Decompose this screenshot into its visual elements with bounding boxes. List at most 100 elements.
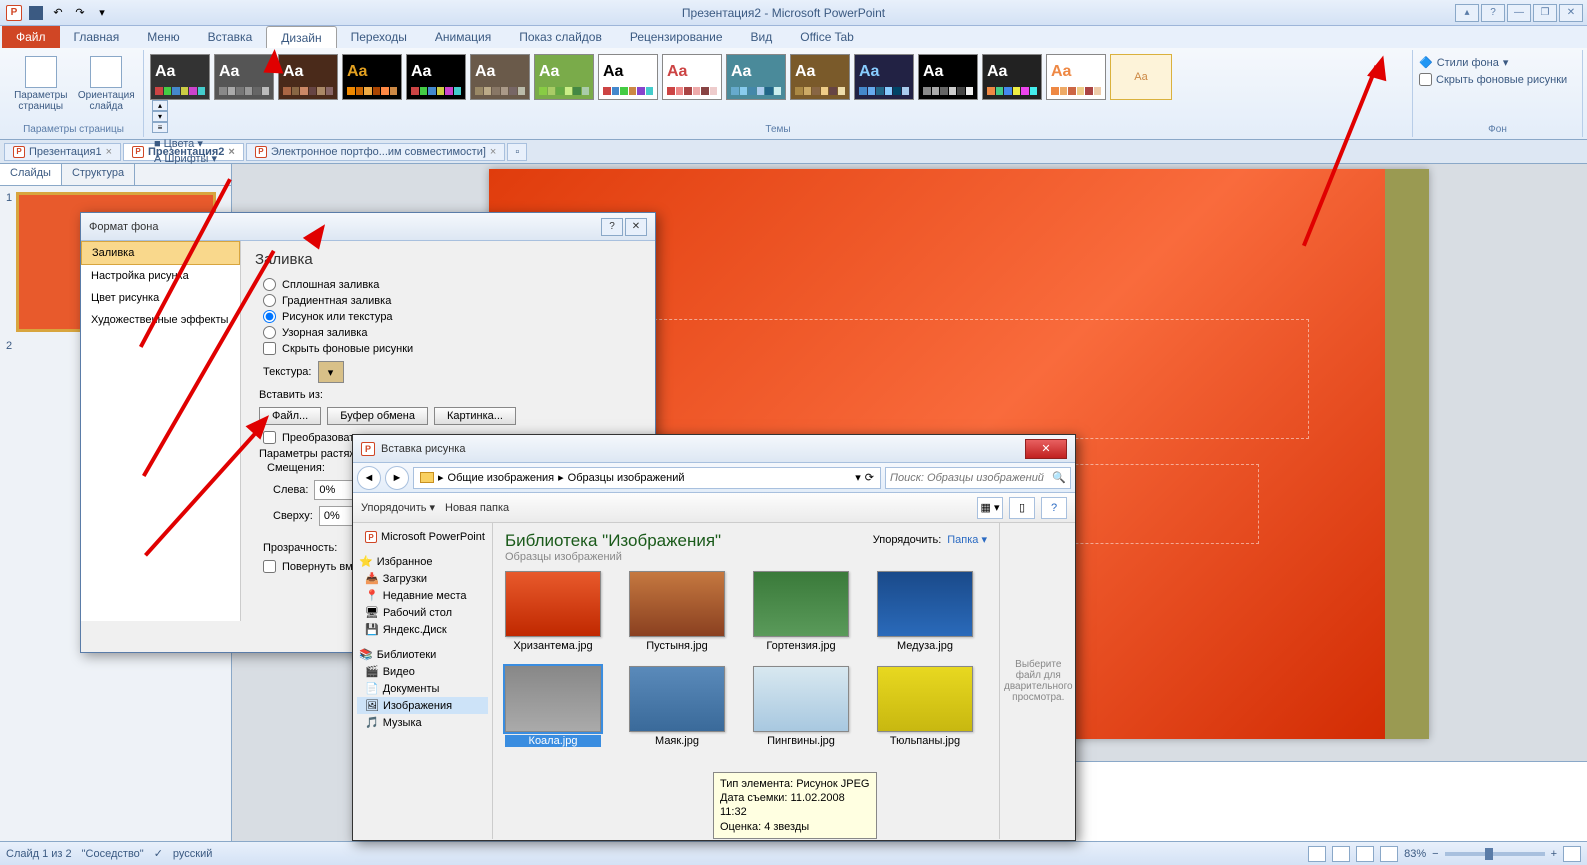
tree-favorites[interactable]: ⭐ Избранное bbox=[357, 553, 488, 570]
zoom-slider[interactable] bbox=[1445, 852, 1545, 856]
organize-button[interactable]: Упорядочить ▾ bbox=[361, 501, 435, 514]
search-input[interactable] bbox=[890, 472, 1052, 484]
tree-downloads[interactable]: 📥 Загрузки bbox=[357, 570, 488, 587]
help-icon[interactable]: ? bbox=[1481, 4, 1505, 22]
nav-picture-corrections[interactable]: Настройка рисунка bbox=[81, 265, 240, 287]
theme-thumb[interactable]: Aa bbox=[790, 54, 850, 100]
close-icon[interactable]: ✕ bbox=[1559, 4, 1583, 22]
file-item[interactable]: Коала.jpg bbox=[505, 666, 601, 747]
theme-thumb[interactable]: Aa bbox=[854, 54, 914, 100]
help-icon[interactable]: ? bbox=[1041, 497, 1067, 519]
close-icon[interactable]: × bbox=[490, 146, 496, 158]
tab-menu[interactable]: Меню bbox=[133, 26, 193, 48]
tree-libraries[interactable]: 📚 Библиотеки bbox=[357, 646, 488, 663]
theme-thumb[interactable]: Aa bbox=[662, 54, 722, 100]
minimize-icon[interactable]: — bbox=[1507, 4, 1531, 22]
qat-more-icon[interactable]: ▾ bbox=[92, 3, 112, 23]
spellcheck-icon[interactable]: ✓ bbox=[154, 847, 163, 860]
save-icon[interactable] bbox=[26, 3, 46, 23]
search-icon[interactable]: 🔍 bbox=[1052, 471, 1066, 484]
file-item[interactable]: Медуза.jpg bbox=[877, 571, 973, 652]
search-box[interactable]: 🔍 bbox=[885, 467, 1071, 489]
tab-design[interactable]: Дизайн bbox=[266, 26, 336, 48]
preview-toggle-icon[interactable]: ▯ bbox=[1009, 497, 1035, 519]
language[interactable]: русский bbox=[173, 848, 212, 860]
file-item[interactable]: Маяк.jpg bbox=[629, 666, 725, 747]
tree-video[interactable]: 🎬 Видео bbox=[357, 663, 488, 680]
app-icon[interactable]: P bbox=[4, 3, 24, 23]
file-item[interactable]: Тюльпаны.jpg bbox=[877, 666, 973, 747]
new-folder-button[interactable]: Новая папка bbox=[445, 502, 509, 514]
theme-thumb[interactable]: Aa bbox=[406, 54, 466, 100]
tab-file[interactable]: Файл bbox=[2, 26, 60, 48]
tab-transitions[interactable]: Переходы bbox=[337, 26, 421, 48]
file-item[interactable]: Пустыня.jpg bbox=[629, 571, 725, 652]
tab-animations[interactable]: Анимация bbox=[421, 26, 505, 48]
page-setup-button[interactable]: Параметры страницы bbox=[10, 52, 72, 112]
new-doc-tab[interactable]: ▫ bbox=[507, 143, 527, 161]
file-item[interactable]: Пингвины.jpg bbox=[753, 666, 849, 747]
tree-desktop[interactable]: 🖥 Рабочий стол bbox=[357, 604, 488, 621]
scroll-up-icon[interactable]: ▴ bbox=[152, 100, 168, 111]
orientation-button[interactable]: Ориентация слайда bbox=[76, 52, 138, 112]
colors-button[interactable]: ■ Цвета ▾ bbox=[154, 137, 220, 150]
theme-thumb[interactable]: Aa bbox=[534, 54, 594, 100]
theme-thumb[interactable]: Aa bbox=[342, 54, 402, 100]
zoom-label[interactable]: 83% bbox=[1404, 848, 1426, 860]
slides-tab[interactable]: Слайды bbox=[0, 164, 62, 185]
tab-review[interactable]: Рецензирование bbox=[616, 26, 737, 48]
nav-fill[interactable]: Заливка bbox=[81, 241, 240, 265]
scroll-down-icon[interactable]: ▾ bbox=[152, 111, 168, 122]
tab-view[interactable]: Вид bbox=[737, 26, 787, 48]
close-icon[interactable]: ✕ bbox=[1025, 439, 1067, 459]
redo-icon[interactable]: ↷ bbox=[70, 3, 90, 23]
tree-yandexdisk[interactable]: 💾 Яндекс.Диск bbox=[357, 621, 488, 638]
reading-view-icon[interactable] bbox=[1356, 846, 1374, 862]
dialog-title-bar[interactable]: P Вставка рисунка ✕ bbox=[353, 435, 1075, 463]
sort-button[interactable]: Папка ▾ bbox=[947, 533, 987, 546]
theme-thumb[interactable]: Aa bbox=[470, 54, 530, 100]
solid-fill-radio[interactable]: Сплошная заливка bbox=[263, 278, 641, 291]
dialog-title-bar[interactable]: Формат фона ? ✕ bbox=[81, 213, 655, 241]
slideshow-view-icon[interactable] bbox=[1380, 846, 1398, 862]
gradient-fill-radio[interactable]: Градиентная заливка bbox=[263, 294, 641, 307]
clipboard-button[interactable]: Буфер обмена bbox=[327, 407, 428, 425]
theme-thumb[interactable]: Aa bbox=[726, 54, 786, 100]
close-icon[interactable]: × bbox=[106, 146, 112, 158]
outline-tab[interactable]: Структура bbox=[62, 164, 135, 185]
tree-music[interactable]: 🎵 Музыка bbox=[357, 714, 488, 731]
theme-thumb[interactable]: Aa bbox=[150, 54, 210, 100]
tab-officetab[interactable]: Office Tab bbox=[786, 26, 868, 48]
theme-thumb-selected[interactable]: Aa bbox=[1110, 54, 1172, 100]
pattern-fill-radio[interactable]: Узорная заливка bbox=[263, 326, 641, 339]
refresh-icon[interactable]: ⟳ bbox=[865, 471, 874, 484]
zoom-in-icon[interactable]: + bbox=[1551, 848, 1557, 860]
back-icon[interactable]: ◄ bbox=[357, 466, 381, 490]
picture-fill-radio[interactable]: Рисунок или текстура bbox=[263, 310, 641, 323]
theme-thumb[interactable]: Aa bbox=[278, 54, 338, 100]
file-item[interactable]: Гортензия.jpg bbox=[753, 571, 849, 652]
rotate-check[interactable] bbox=[263, 560, 276, 573]
tab-home[interactable]: Главная bbox=[60, 26, 134, 48]
clipart-button[interactable]: Картинка... bbox=[434, 407, 516, 425]
tree-recent[interactable]: 📍 Недавние места bbox=[357, 587, 488, 604]
normal-view-icon[interactable] bbox=[1308, 846, 1326, 862]
sorter-view-icon[interactable] bbox=[1332, 846, 1350, 862]
close-icon[interactable]: ✕ bbox=[625, 218, 647, 236]
close-icon[interactable]: × bbox=[228, 146, 234, 158]
hide-bg-checkbox[interactable]: Скрыть фоновые рисунки bbox=[1419, 73, 1576, 86]
doc-tab[interactable]: PПрезентация1× bbox=[4, 143, 121, 161]
tree-powerpoint[interactable]: PMicrosoft PowerPoint bbox=[357, 529, 488, 545]
theme-thumb[interactable]: Aa bbox=[1046, 54, 1106, 100]
title-placeholder[interactable] bbox=[609, 319, 1309, 439]
texture-picker[interactable]: ▾ bbox=[318, 361, 344, 383]
tree-images[interactable]: 🖼 Изображения bbox=[357, 697, 488, 714]
theme-thumb[interactable]: Aa bbox=[918, 54, 978, 100]
tab-insert[interactable]: Вставка bbox=[194, 26, 267, 48]
help-icon[interactable]: ? bbox=[601, 218, 623, 236]
nav-artistic-effects[interactable]: Художественные эффекты bbox=[81, 309, 240, 331]
zoom-out-icon[interactable]: − bbox=[1432, 848, 1438, 860]
undo-icon[interactable]: ↶ bbox=[48, 3, 68, 23]
doc-tab[interactable]: PЭлектронное портфо...им совместимости]× bbox=[246, 143, 506, 161]
tree-documents[interactable]: 📄 Документы bbox=[357, 680, 488, 697]
